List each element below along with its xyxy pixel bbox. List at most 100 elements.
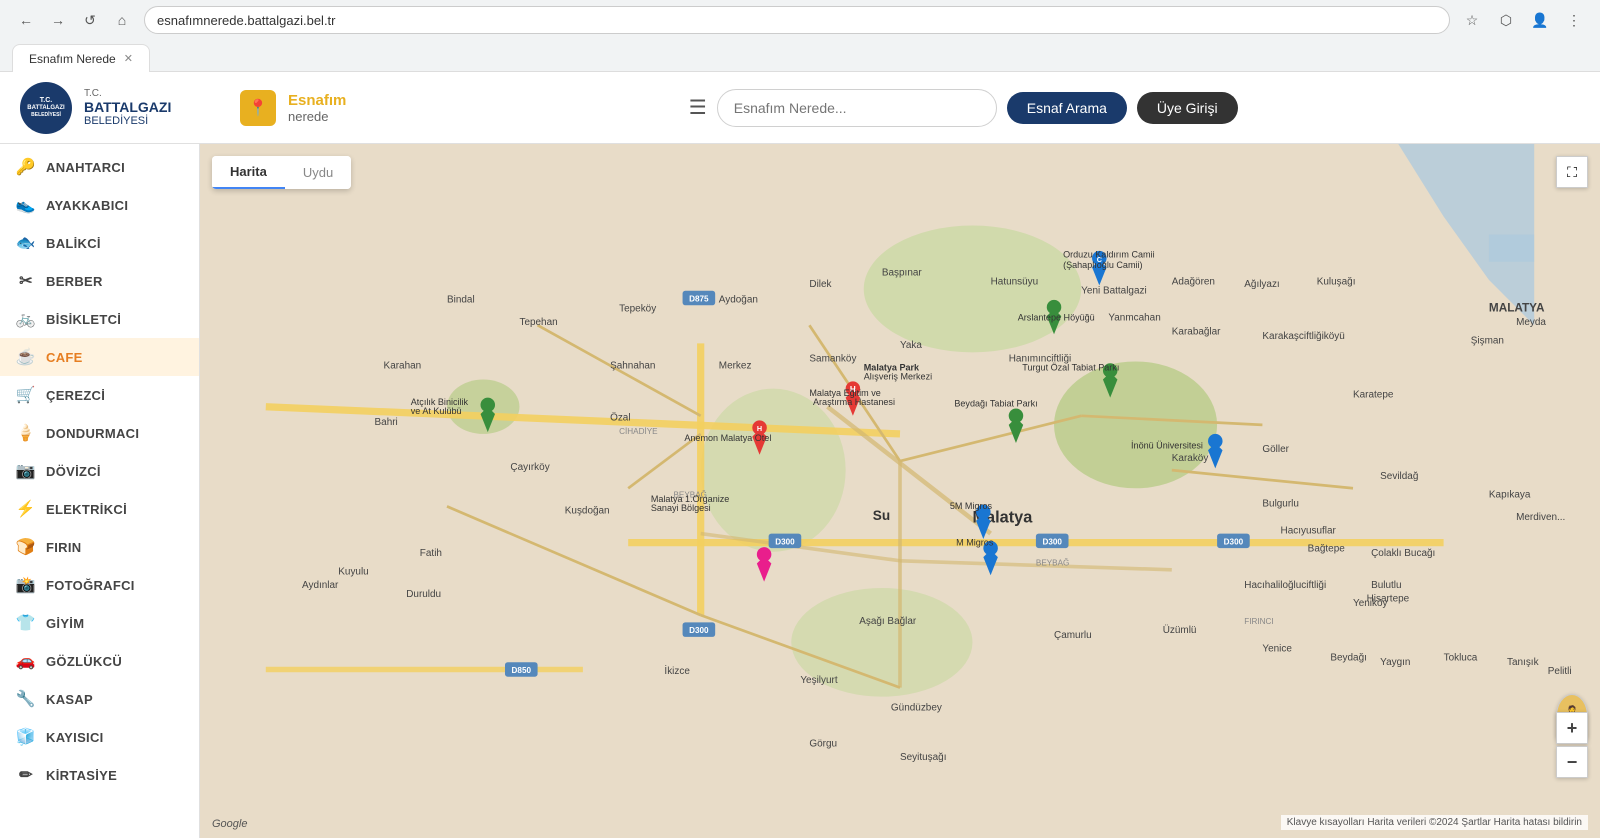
menu-icon-kayisici: 🧊 xyxy=(16,727,36,747)
sidebar-item-dovizci[interactable]: 📷 DÖVİZCİ xyxy=(0,452,199,490)
tab-harita[interactable]: Harita xyxy=(212,156,285,189)
profile-button[interactable]: 👤 xyxy=(1526,6,1554,34)
svg-text:Bulgurlu: Bulgurlu xyxy=(1262,498,1299,509)
sidebar-item-firin[interactable]: 🍞 FIRIN xyxy=(0,528,199,566)
tab-close[interactable]: ✕ xyxy=(124,52,133,65)
map-tabs: Harita Uydu xyxy=(212,156,351,189)
svg-text:Karabağlar: Karabağlar xyxy=(1172,326,1221,337)
svg-text:Fatih: Fatih xyxy=(420,548,442,559)
sidebar-item-kasap[interactable]: 🔧 KASAP xyxy=(0,680,199,718)
brand-icon: 📍 xyxy=(240,90,276,126)
sidebar-item-kayisici[interactable]: 🧊 KAYISICI xyxy=(0,718,199,756)
browser-actions: ☆ ⬡ 👤 ⋮ xyxy=(1458,6,1588,34)
sidebar: 🔑 ANAHTARCI 👟 AYAKKABICI 🐟 BALİKCİ ✂ BER… xyxy=(0,144,200,838)
menu-icon-ayakkabici: 👟 xyxy=(16,195,36,215)
svg-text:Su: Su xyxy=(873,508,890,523)
svg-text:Beydağı Tabiat Parkı: Beydağı Tabiat Parkı xyxy=(954,399,1037,409)
bookmark-button[interactable]: ☆ xyxy=(1458,6,1486,34)
esnaf-arama-button[interactable]: Esnaf Arama xyxy=(1007,92,1127,124)
back-button[interactable]: ← xyxy=(12,6,40,34)
address-bar[interactable]: esnafımnerede.battalgazi.bel.tr xyxy=(144,6,1450,34)
menu-label-kayisici: KAYISICI xyxy=(46,730,104,745)
svg-text:Başpınar: Başpınar xyxy=(882,267,923,278)
svg-text:H: H xyxy=(757,424,762,433)
extension-button[interactable]: ⬡ xyxy=(1492,6,1520,34)
svg-text:5M Migros: 5M Migros xyxy=(950,501,993,511)
menu-label-dondurmaci: DONDURMACI xyxy=(46,426,139,441)
logo-belediyesi-label: BELEDİYESİ xyxy=(84,115,171,127)
sidebar-item-bisikletci[interactable]: 🚲 BİSİKLETCİ xyxy=(0,300,199,338)
sidebar-item-giyim[interactable]: 👕 GİYİM xyxy=(0,604,199,642)
map-container: Harita Uydu ⛶ xyxy=(200,144,1600,838)
svg-text:CİHADİYE: CİHADİYE xyxy=(619,426,658,436)
brand-nerede: nerede xyxy=(288,109,346,124)
svg-text:Göller: Göller xyxy=(1262,444,1289,455)
menu-button[interactable]: ⋮ xyxy=(1560,6,1588,34)
sidebar-item-elektrikci[interactable]: ⚡ ELEKTRİKCİ xyxy=(0,490,199,528)
browser-nav-buttons: ← → ↺ ⌂ xyxy=(12,6,136,34)
svg-text:D300: D300 xyxy=(689,626,709,635)
svg-text:MALATYA: MALATYA xyxy=(1489,302,1545,315)
menu-label-bisikletci: BİSİKLETCİ xyxy=(46,312,121,327)
menu-icon-berber: ✂ xyxy=(16,271,36,291)
svg-text:Dilek: Dilek xyxy=(809,279,831,290)
reload-button[interactable]: ↺ xyxy=(76,6,104,34)
menu-icon-cerezci: 🛒 xyxy=(16,385,36,405)
menu-label-kirtasiye: KİRTASİYE xyxy=(46,768,117,783)
menu-label-dovizci: DÖVİZCİ xyxy=(46,464,101,479)
svg-text:Tanışık: Tanışık xyxy=(1507,657,1539,668)
svg-text:Beydağı: Beydağı xyxy=(1330,652,1367,663)
menu-icon-firin: 🍞 xyxy=(16,537,36,557)
svg-text:Yaygın: Yaygın xyxy=(1380,657,1410,668)
menu-label-gozlukcu: GÖZLÜKCÜ xyxy=(46,654,122,669)
svg-text:BEYBAĞ: BEYBAĞ xyxy=(1036,557,1069,567)
fullscreen-button[interactable]: ⛶ xyxy=(1556,156,1588,188)
sidebar-item-balikci[interactable]: 🐟 BALİKCİ xyxy=(0,224,199,262)
menu-label-balikci: BALİKCİ xyxy=(46,236,101,251)
browser-chrome: ← → ↺ ⌂ esnafımnerede.battalgazi.bel.tr … xyxy=(0,0,1600,72)
menu-label-ayakkabici: AYAKKABICI xyxy=(46,198,128,213)
sidebar-item-ayakkabici[interactable]: 👟 AYAKKABICI xyxy=(0,186,199,224)
home-button[interactable]: ⌂ xyxy=(108,6,136,34)
svg-text:Yeniköy: Yeniköy xyxy=(1353,598,1388,609)
menu-label-berber: BERBER xyxy=(46,274,103,289)
sidebar-item-anahtarci[interactable]: 🔑 ANAHTARCI xyxy=(0,148,199,186)
svg-text:Ağılyazı: Ağılyazı xyxy=(1244,279,1279,290)
sidebar-item-dondurmaci[interactable]: 🍦 DONDURMACI xyxy=(0,414,199,452)
svg-text:Karaköy: Karaköy xyxy=(1172,453,1209,464)
forward-button[interactable]: → xyxy=(44,6,72,34)
sidebar-menu: 🔑 ANAHTARCI 👟 AYAKKABICI 🐟 BALİKCİ ✂ BER… xyxy=(0,144,199,798)
svg-text:Alışveriş Merkezi: Alışveriş Merkezi xyxy=(864,372,932,382)
menu-toggle-button[interactable]: ☰ xyxy=(689,95,707,120)
menu-icon-anahtarci: 🔑 xyxy=(16,157,36,177)
menu-icon-kirtasiye: ✏ xyxy=(16,765,36,785)
svg-text:Sevildağ: Sevildağ xyxy=(1380,471,1418,482)
svg-text:Şahnahan: Şahnahan xyxy=(610,361,655,372)
sidebar-item-cerezci[interactable]: 🛒 ÇEREZCİ xyxy=(0,376,199,414)
svg-text:Araştırma Hastanesi: Araştırma Hastanesi xyxy=(813,397,895,407)
svg-text:(Şahaplıoğlu Camii): (Şahaplıoğlu Camii) xyxy=(1063,260,1142,270)
sidebar-item-gozlukcu[interactable]: 🚗 GÖZLÜKCÜ xyxy=(0,642,199,680)
menu-icon-giyim: 👕 xyxy=(16,613,36,633)
sidebar-item-cafe[interactable]: ☕ CAFE xyxy=(0,338,199,376)
zoom-in-button[interactable]: + xyxy=(1556,712,1588,744)
zoom-out-button[interactable]: − xyxy=(1556,746,1588,778)
uye-girisi-button[interactable]: Üye Girişi xyxy=(1137,92,1238,124)
svg-text:D850: D850 xyxy=(512,666,532,675)
sidebar-item-fotografci[interactable]: 📸 FOTOĞRAFCI xyxy=(0,566,199,604)
svg-text:Şişman: Şişman xyxy=(1471,335,1504,346)
active-tab[interactable]: Esnafım Nerede ✕ xyxy=(12,44,150,72)
svg-text:Yeni Battalgazi: Yeni Battalgazi xyxy=(1081,285,1146,296)
menu-label-firin: FIRIN xyxy=(46,540,81,555)
svg-text:Aşağı Bağlar: Aşağı Bağlar xyxy=(859,616,917,627)
svg-text:ve At Kulübü: ve At Kulübü xyxy=(411,406,462,416)
menu-label-anahtarci: ANAHTARCI xyxy=(46,160,125,175)
sidebar-item-kirtasiye[interactable]: ✏ KİRTASİYE xyxy=(0,756,199,794)
menu-label-fotografci: FOTOĞRAFCI xyxy=(46,578,135,593)
tab-uydu[interactable]: Uydu xyxy=(285,156,351,189)
svg-text:Aydınlar: Aydınlar xyxy=(302,580,339,591)
search-input[interactable] xyxy=(717,89,997,127)
svg-text:Karakaşciftliğiköyü: Karakaşciftliğiköyü xyxy=(1262,331,1344,342)
sidebar-item-berber[interactable]: ✂ BERBER xyxy=(0,262,199,300)
page-container: T.C. BATTALGAZI BELEDİYESİ T.C. BATTALGA… xyxy=(0,72,1600,838)
